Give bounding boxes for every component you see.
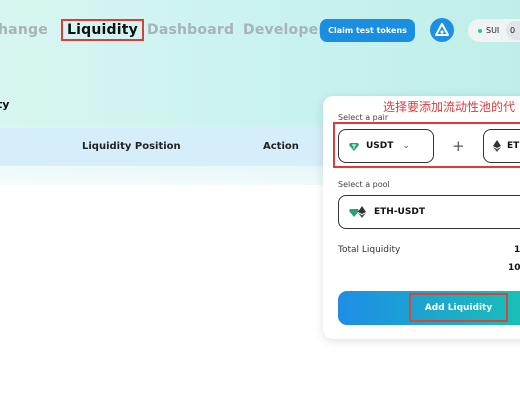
total-liquidity-label: Total Liquidity [338,245,401,255]
nav-exchange[interactable]: hange [0,22,48,38]
plus-icon: + [452,137,465,155]
token-a-select[interactable]: USDT ⌄ [338,129,434,163]
network-label: SUI [486,26,500,35]
annotation-text: 选择要添加流动性池的代 [383,100,516,114]
nav-developer[interactable]: Developer [243,22,325,38]
token-a-label: USDT [366,141,394,151]
pool-label: ETH-USDT [374,207,425,217]
column-action: Action [263,141,299,152]
select-pair-label: Select a pair [338,113,389,122]
page-title: ty [0,98,10,111]
usdt-icon [348,140,360,152]
network-selector[interactable]: SUI 0 [468,19,520,42]
total-liquidity-value-1: 11 [514,245,520,255]
eth-usdt-pair-icon [348,206,368,218]
nav-liquidity[interactable]: Liquidity [61,19,144,41]
claim-test-tokens-button[interactable]: Claim test tokens [320,19,415,42]
token-b-select[interactable]: ET [483,129,520,163]
nav-dashboard[interactable]: Dashboard [147,22,234,38]
positions-table-header: Liquidity Position Action [0,128,335,166]
eth-icon [493,140,501,152]
total-liquidity-value-2: 102 [508,263,520,273]
top-nav: hange Liquidity Dashboard Developer Clai… [0,0,520,60]
pool-select[interactable]: ETH-USDT [338,195,520,229]
select-pool-label: Select a pool [338,180,390,189]
chevron-down-icon: ⌄ [402,141,410,151]
wallet-chip[interactable]: 0 [506,21,520,40]
add-liquidity-label[interactable]: Add Liquidity [409,293,508,322]
network-status-dot [478,28,482,33]
token-b-label: ET [507,141,520,151]
column-liquidity-position: Liquidity Position [82,141,181,152]
app-logo-icon[interactable] [430,18,454,42]
